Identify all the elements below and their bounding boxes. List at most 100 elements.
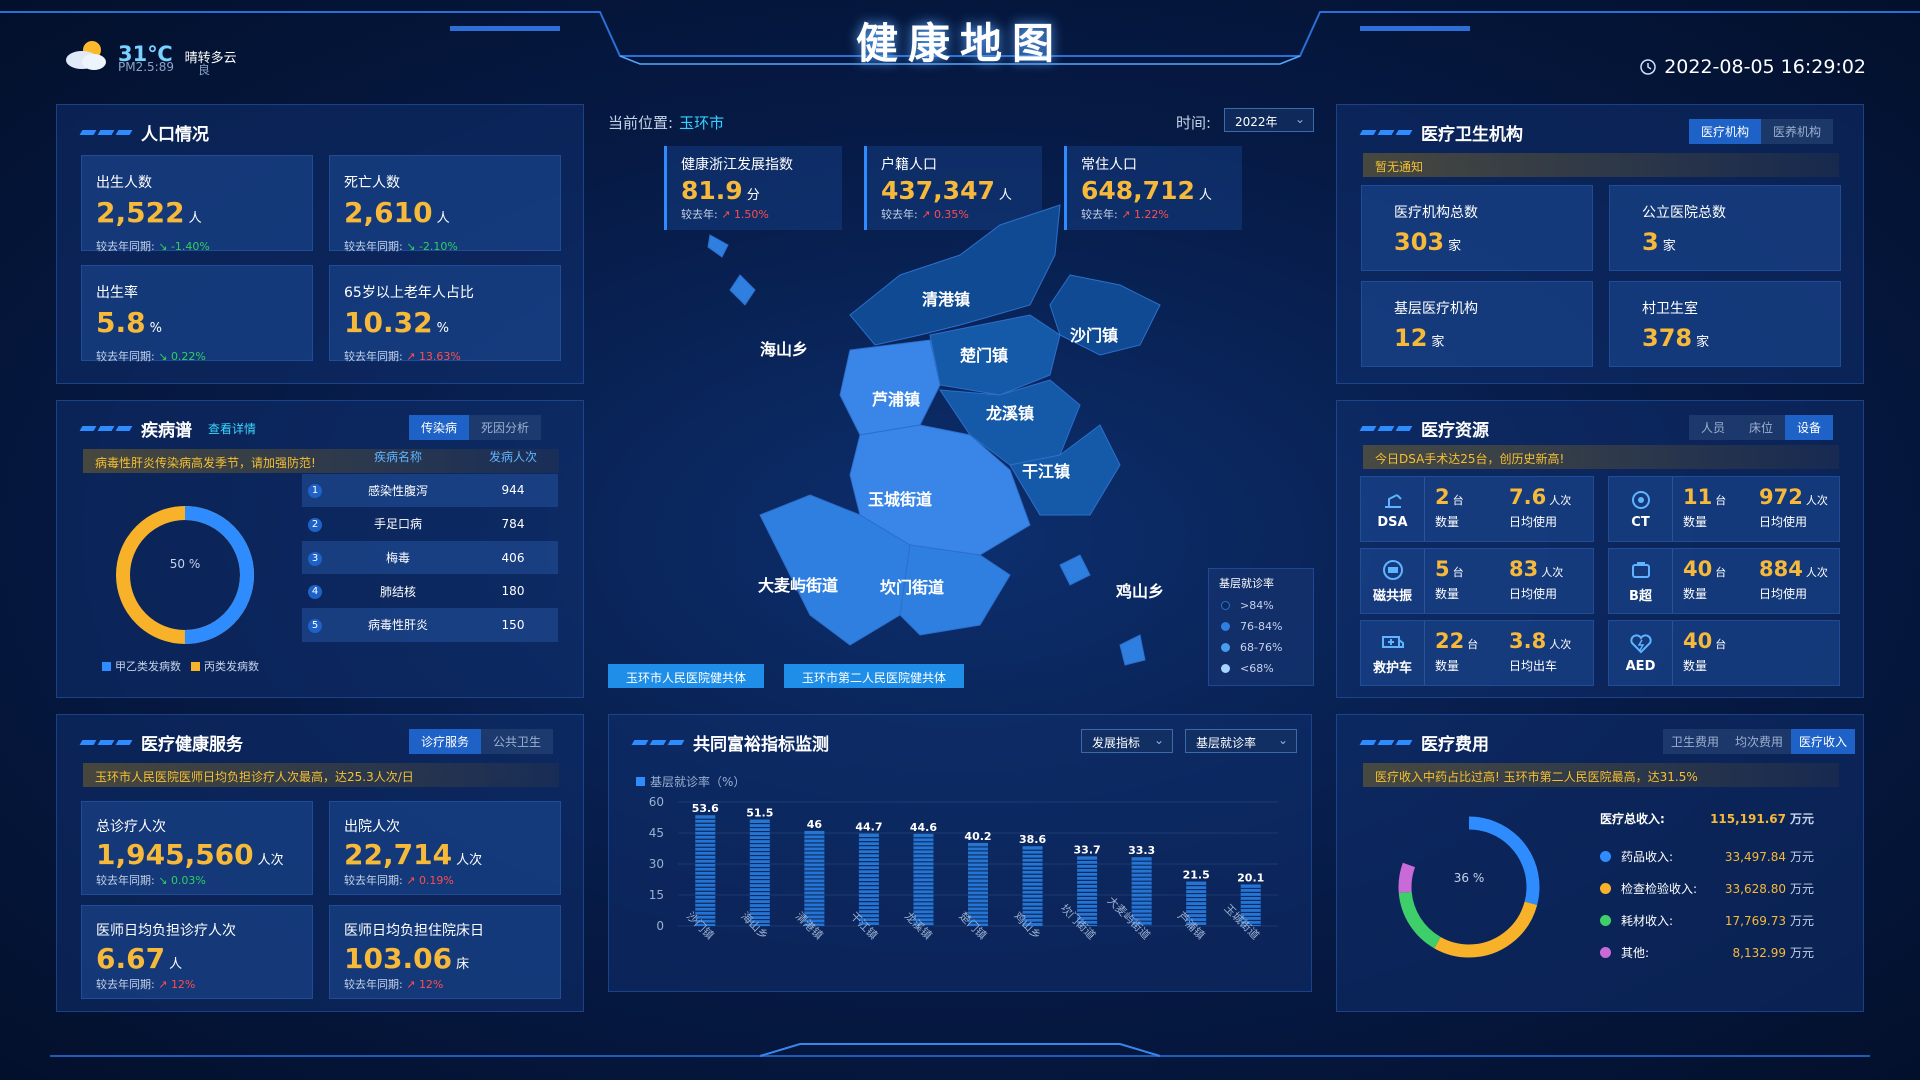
trend-up-icon: ↗ [406,978,416,991]
stat-card: 基层医疗机构 12 家 [1361,281,1593,367]
trend-down-icon: ↘ [158,240,168,253]
chip-hospital-2[interactable]: 玉环市第二人民医院健共体 [784,664,965,688]
disease-name: 手足口病 [373,517,422,532]
stat-value: 10.32% [344,306,449,339]
notice-bar: 玉环市人民医院医师日均负担诊疗人次最高，达25.3人次/日 [83,763,559,787]
location-label: 当前位置: [608,114,674,132]
tab-staff[interactable]: 人员 [1689,415,1737,440]
tab-health-cost[interactable]: 卫生费用 [1663,729,1727,754]
fee-item: 检查检验收入: 33,628.80 万元 [1600,880,1814,897]
bar [858,833,879,926]
donut-label: 50 % [170,557,201,571]
ct-icon: CT [1609,477,1673,541]
tab-equipment[interactable]: 设备 [1785,415,1834,440]
stat-label: 基层医疗机构 [1394,301,1478,317]
map-label: 芦浦镇 [872,390,921,409]
metric-usage: 884 人次 日均使用 [1759,557,1828,602]
stat-card: 医师日均负担诊疗人次 6.67 人 较去年同期: ↗ 12% [81,905,313,999]
region-jishan[interactable] [1059,554,1146,666]
current-location[interactable]: 玉环市 [679,114,724,132]
unit-text: % [436,321,449,336]
bar-value-label: 38.6 [1019,833,1046,846]
value-text: 40 [1683,629,1713,653]
resource-name: AED [1625,658,1656,674]
tab-medical-income[interactable]: 医疗收入 [1791,729,1856,754]
fee-value: 115,191.67 [1710,811,1786,826]
stat-card: 出院人次 22,714 人次 较去年同期: ↗ 0.19% [329,801,561,895]
pm25-quality: 良 [198,63,211,77]
metric-label: 数量 [1435,587,1460,601]
table-row[interactable]: 4 肺结核 180 [302,574,558,608]
y-tick-label: 30 [649,857,664,871]
year-select[interactable]: 2022年 ⌄ [1224,108,1314,132]
comparison: 较去年同期: ↘ 0.22% [96,348,206,364]
tab-elderly-care[interactable]: 医养机构 [1761,119,1833,144]
bar-value-label: 40.2 [964,830,991,843]
fee-value: 8,132.99 [1732,945,1786,960]
indicator-select[interactable]: 发展指标 ⌄ [1081,729,1173,753]
region-haishan[interactable] [707,234,756,306]
legend-item: 68-76% [1221,641,1301,654]
rank-badge: 1 [308,484,322,499]
table-header: 疾病名称 发病人次 [302,440,558,474]
region-map [707,204,1161,666]
compare-label: 较去年同期: [344,874,403,887]
stat-card: 总诊疗人次 1,945,560 人次 较去年同期: ↘ 0.03% [81,801,313,895]
tab-beds[interactable]: 床位 [1737,415,1785,440]
metric-label: 日均出车 [1509,659,1558,673]
unit-text: 家 [1696,335,1710,350]
value-text: 10.32 [344,306,433,339]
metric-count: 40 台数量 [1683,629,1726,674]
disease-donut: 50 % [116,506,254,644]
tab-average-cost[interactable]: 均次费用 [1727,729,1791,754]
bar-value-label: 51.5 [746,807,773,820]
tab-medical[interactable]: 医疗机构 [1689,119,1762,144]
fee-item: 耗材收入: 17,769.73 万元 [1600,912,1814,929]
tab-clinical[interactable]: 诊疗服务 [409,729,482,754]
chip-hospital-1[interactable]: 玉环市人民医院健共体 [608,664,765,688]
bar-value-label: 44.6 [910,821,937,834]
tab-public-health[interactable]: 公共卫生 [481,729,553,754]
datetime: 2022-08-05 16:29:02 [1640,56,1866,78]
bar-value-label: 21.5 [1183,869,1210,882]
tab-infectious[interactable]: 传染病 [409,415,470,440]
table-row[interactable]: 1 感染性腹泻 944 [302,473,558,508]
unit-text: 人次 [1549,638,1572,651]
rank-badge: 5 [308,618,322,633]
table-row[interactable]: 3 梅毒 406 [302,540,558,575]
value-text: 12 [1394,324,1428,352]
metric-select[interactable]: 基层就诊率 ⌄ [1185,729,1297,753]
service-tabs: 诊疗服务 公共卫生 [409,729,554,754]
value-text: 5.8 [96,306,146,339]
compare-label: 较去年同期: [96,350,155,363]
metric-label: 数量 [1683,659,1708,673]
fee-item: 其他: 8,132.99 万元 [1600,944,1814,961]
tab-death-cause[interactable]: 死因分析 [469,415,541,440]
value-text: 7.6 [1509,485,1547,509]
donut-label: 36 % [1454,871,1485,885]
notice-bar: 暂无通知 [1363,153,1839,177]
compare-label: 较去年同期: [344,350,403,363]
stat-value: 2,522 人 [96,196,202,229]
table-row[interactable]: 5 病毒性肝炎 150 [302,607,558,642]
fee-unit: 万元 [1789,812,1814,826]
disease-tabs: 传染病 死因分析 [409,415,542,440]
legend-swatch [636,777,645,786]
fee-value: 33,497.84 [1724,849,1786,864]
map-label: 干江镇 [1022,462,1071,481]
trend-down-icon: ↘ [158,874,168,887]
metric-label: 数量 [1683,515,1708,529]
resource-name: 磁共振 [1372,588,1412,604]
value-text: 22 [1435,629,1465,653]
unit-text: 人次 [1805,494,1828,507]
rank-badge: 4 [308,585,322,600]
table-row[interactable]: 2 手足口病 784 [302,507,558,541]
map-legend: 基层就诊率 >84% 76-84% 68-76% <68% [1208,568,1314,686]
comparison: 较去年同期: ↘ 0.03% [96,872,206,888]
resource-card: CT 11 台数量 972 人次 日均使用 [1608,476,1840,542]
time-label: 时间: [1176,114,1212,132]
datetime-text: 2022-08-05 16:29:02 [1664,56,1866,78]
view-details-link[interactable]: 查看详情 [208,420,256,437]
aed-icon: AED [1609,621,1673,685]
stat-label: 医师日均负担住院床日 [344,923,484,939]
